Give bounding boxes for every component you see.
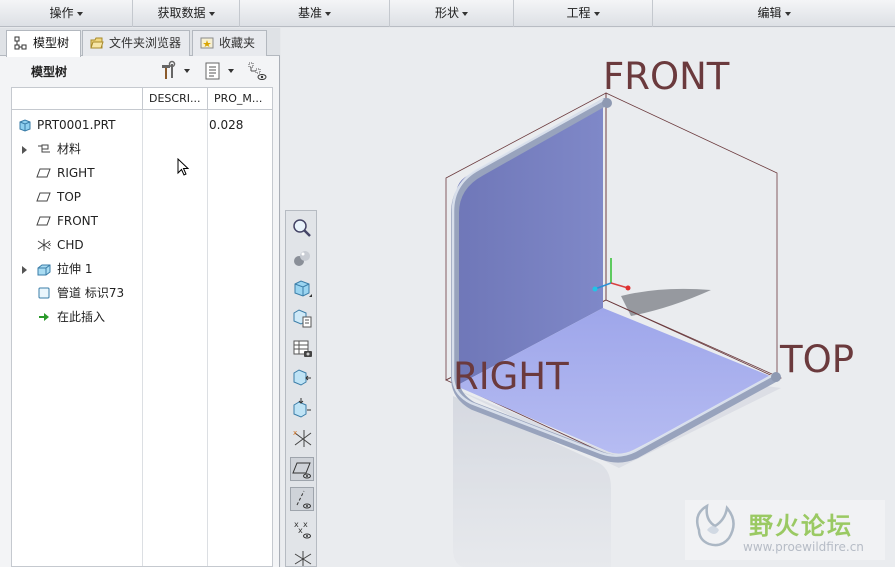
view-manager-button[interactable] [290,336,314,360]
datum-display-icon: x [293,429,312,447]
tree-filter-icon [248,62,267,80]
tree-column-header: DESCRI... PRO_M... [12,88,272,110]
chevron-down-icon [593,11,600,16]
folder-icon [90,37,104,49]
graphics-window[interactable]: FRONT RIGHT TOP x x x x 野火论坛 www.proewil… [281,28,895,567]
display-style-button[interactable] [290,276,314,300]
spin-cube-icon [293,398,311,418]
chevron-down-icon [184,69,190,73]
tree-item-top-plane[interactable]: TOP [12,185,272,209]
settings-tools-button[interactable] [158,60,190,82]
watermark-url: www.proewildfire.cn [743,540,864,554]
svg-text:x: x [48,242,51,248]
tree-item-right-plane[interactable]: RIGHT [12,161,272,185]
tab-model-tree[interactable]: 模型树 [6,30,81,57]
tab-folder-browser[interactable]: 文件夹浏览器 [82,30,190,56]
ribbon-group-datum[interactable]: 基准 [240,0,390,27]
csys-display-toggle[interactable] [290,545,314,567]
tab-favorites[interactable]: 收藏夹 [192,30,267,56]
datum-plane-icon [36,168,51,178]
tree-item-csys[interactable]: x CHD [12,233,272,257]
model-tree-icon [14,36,27,50]
column-header-description[interactable]: DESCRI... [142,88,207,110]
chevron-down-icon [76,11,83,16]
mouse-cursor-icon [177,158,190,176]
panel-title: 模型树 [31,65,68,79]
right-plane-label: RIGHT [453,355,569,398]
plane-display-icon [292,462,311,479]
model-view: FRONT RIGHT TOP [445,55,854,567]
views-list-icon [293,309,312,328]
pipe-icon [38,287,50,299]
ribbon-group-operations[interactable]: 操作 [0,0,133,27]
tree-item-front-plane[interactable]: FRONT [12,209,272,233]
csys-display-icon [294,551,312,566]
zoom-button[interactable] [290,216,314,240]
pipe-end [602,98,612,108]
point-display-icon: x xx [294,520,311,539]
list-document-icon [205,62,220,80]
datum-plane-icon [36,216,51,226]
chevron-down-icon [208,11,215,16]
top-plane-label: TOP [779,338,854,381]
extrude-icon [37,264,51,276]
chevron-down-icon [462,11,468,16]
view-manager-icon [293,340,312,357]
front-plane-label: FRONT [603,55,730,98]
csys-icon: x [37,239,51,251]
navigator-panel: 模型树 文件夹浏览器 收藏夹 模型树 DESCRI... PRO_M... PR… [0,28,280,567]
axis-display-icon [296,490,311,509]
watermark-title: 野火论坛 [749,512,853,540]
navigator-tabs: 模型树 文件夹浏览器 收藏夹 [0,28,280,57]
datum-plane-icon [36,192,51,202]
column-header-pro-mass[interactable]: PRO_M... [207,88,272,110]
chevron-down-icon [228,69,234,73]
spheres-icon [294,251,310,266]
tree-item-material[interactable]: 材料 [12,137,272,161]
tree-item-extrude[interactable]: 拉伸 1 [12,257,272,281]
model-tree-toolbar: 模型树 [0,56,280,86]
hammer-wrench-icon [162,60,176,79]
magnifier-icon [293,219,311,237]
axis-display-toggle[interactable] [290,487,314,511]
svg-text:x: x [298,526,303,535]
ribbon-group-get-data[interactable]: 获取数据 [133,0,240,27]
chevron-down-icon [784,11,791,16]
model-tree: DESCRI... PRO_M... PRT0001.PRT 0.028 材料 … [11,87,273,567]
chevron-down-icon [325,11,331,16]
show-options-button[interactable] [202,60,234,82]
svg-text:x: x [303,520,308,529]
saved-views-button[interactable] [290,306,314,330]
reorient-button[interactable] [290,366,314,390]
mass-value: 0.028 [209,118,244,132]
ribbon-group-bar: 操作 获取数据 基准 形状 工程 编辑 [0,0,895,27]
tree-item-insert-here[interactable]: 在此插入 [12,305,272,329]
material-icon [38,144,50,153]
graphics-toolbar: x xxx [285,210,317,567]
model-shadow [621,288,711,316]
point-display-toggle[interactable]: xxx [290,517,314,541]
reorient-cube-icon [293,369,311,386]
tree-item-part[interactable]: PRT0001.PRT 0.028 [12,113,272,137]
forum-watermark: 野火论坛 www.proewildfire.cn [685,500,885,560]
ribbon-group-shapes[interactable]: 形状 [390,0,514,27]
ribbon-group-engineering[interactable]: 工程 [514,0,653,27]
insert-here-icon [39,313,49,321]
part-icon [19,119,31,132]
plane-display-toggle[interactable] [290,457,314,481]
filter-visibility-button[interactable] [246,60,268,82]
svg-text:x: x [293,429,297,437]
favorites-icon [200,37,214,49]
tree-item-pipe[interactable]: 管道 标识73 [12,281,272,305]
datum-display-button[interactable]: x [290,426,314,450]
expand-arrow-icon[interactable] [22,266,27,274]
ribbon-group-editing[interactable]: 编辑 [653,0,895,27]
appearance-button[interactable] [290,246,314,270]
expand-arrow-icon[interactable] [22,146,27,154]
shaded-cube-icon [294,280,312,297]
spin-center-button[interactable] [290,396,314,420]
